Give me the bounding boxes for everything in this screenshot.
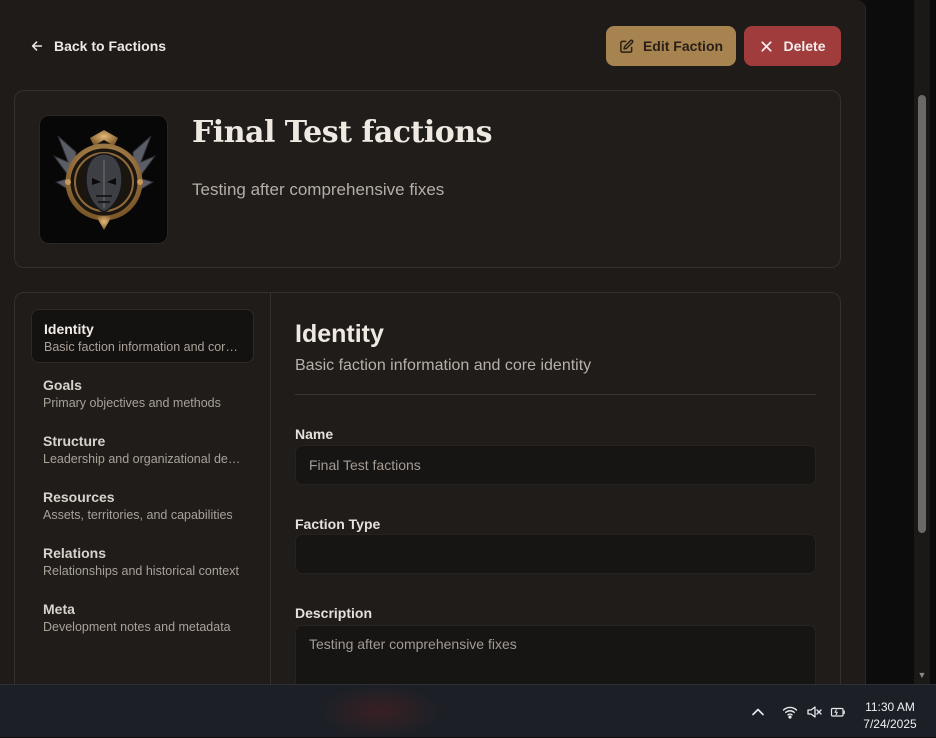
edge-strip <box>930 0 936 684</box>
section-title: Identity <box>295 320 384 348</box>
nav-item-goals[interactable]: Goals Primary objectives and methods <box>31 366 254 420</box>
faction-emblem-image <box>39 115 168 244</box>
name-field-value: Final Test factions <box>309 457 421 473</box>
nav-item-title: Meta <box>43 601 75 617</box>
nav-item-desc: Primary objectives and methods <box>43 396 221 410</box>
faction-subtitle: Testing after comprehensive fixes <box>192 180 445 199</box>
edit-faction-label: Edit Faction <box>642 38 724 54</box>
taskbar: 11:30 AM 7/24/2025 <box>0 684 936 738</box>
name-field[interactable]: Final Test factions <box>295 445 816 485</box>
chevron-up-icon[interactable] <box>749 703 767 721</box>
nav-item-title: Resources <box>43 489 115 505</box>
arrow-left-icon <box>31 41 43 51</box>
volume-muted-icon[interactable] <box>805 703 823 721</box>
delete-label: Delete <box>783 38 826 54</box>
nav-item-title: Goals <box>43 377 82 393</box>
nav-item-desc: Development notes and metadata <box>43 620 231 634</box>
scroll-down-arrow-icon[interactable]: ▼ <box>916 670 928 680</box>
background-strip <box>866 0 914 684</box>
nav-item-relations[interactable]: Relations Relationships and historical c… <box>31 534 254 588</box>
divider <box>295 394 816 395</box>
nav-item-title: Identity <box>44 321 94 337</box>
clock-time: 11:30 AM <box>865 700 915 714</box>
scrollbar-thumb[interactable] <box>918 95 926 533</box>
delete-button[interactable]: Delete <box>744 26 841 66</box>
nav-item-desc: Assets, territories, and capabilities <box>43 508 233 522</box>
faction-hero-card: Final Test factions Testing after compre… <box>14 90 841 268</box>
faction-type-label: Faction Type <box>295 516 381 532</box>
clock-date: 7/24/2025 <box>863 717 917 731</box>
taskbar-clock[interactable]: 11:30 AM 7/24/2025 <box>852 699 928 733</box>
description-field[interactable]: Testing after comprehensive fixes <box>295 625 816 684</box>
nav-item-resources[interactable]: Resources Assets, territories, and capab… <box>31 478 254 532</box>
nav-item-desc: Basic faction information and core ident… <box>44 340 241 354</box>
wifi-icon[interactable] <box>781 703 799 721</box>
nav-item-meta[interactable]: Meta Development notes and metadata <box>31 590 254 644</box>
edit-faction-button[interactable]: Edit Faction <box>606 26 736 66</box>
close-icon <box>761 40 773 52</box>
description-field-value: Testing after comprehensive fixes <box>309 636 517 652</box>
faction-type-field[interactable] <box>295 534 816 574</box>
battery-icon[interactable] <box>829 703 847 721</box>
section-subtitle: Basic faction information and core ident… <box>295 357 592 374</box>
back-link-label: Back to Factions <box>54 38 167 54</box>
description-label: Description <box>295 605 373 621</box>
section-nav: Identity Basic faction information and c… <box>15 293 271 684</box>
nav-item-structure[interactable]: Structure Leadership and organizational … <box>31 422 254 476</box>
name-label: Name <box>295 426 334 442</box>
nav-item-title: Structure <box>43 433 106 449</box>
nav-item-identity[interactable]: Identity Basic faction information and c… <box>31 309 254 363</box>
back-to-factions-link[interactable]: Back to Factions <box>30 36 166 56</box>
taskbar-glow <box>320 685 440 738</box>
edit-icon <box>620 39 634 53</box>
nav-item-desc: Leadership and organizational details <box>43 452 242 466</box>
nav-item-title: Relations <box>43 545 107 561</box>
faction-title: Final Test factions <box>192 115 493 150</box>
faction-details-panel: Identity Basic faction information and c… <box>14 292 841 684</box>
nav-item-desc: Relationships and historical context <box>43 564 239 578</box>
identity-section: Identity Basic faction information and c… <box>295 293 817 684</box>
faction-detail-page: Back to Factions Edit Faction Delete Fin… <box>0 0 866 684</box>
